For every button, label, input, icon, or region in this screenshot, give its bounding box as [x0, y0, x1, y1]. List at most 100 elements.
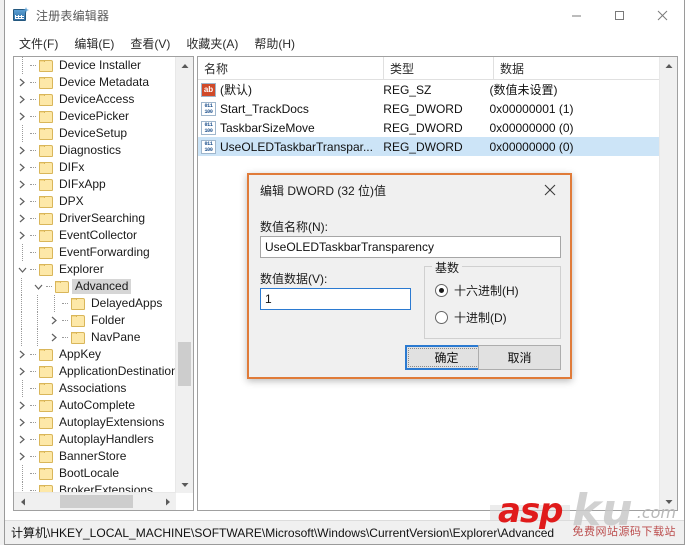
menu-favorites[interactable]: 收藏夹(A): [178, 32, 246, 55]
tree-item-eventcollector[interactable]: EventCollector: [14, 227, 176, 244]
values-vertical-scrollbar[interactable]: [659, 57, 677, 510]
value-name-input[interactable]: [260, 236, 561, 258]
chevron-down-icon[interactable]: [30, 278, 46, 295]
tree-item-label: DriverSearching: [59, 211, 146, 225]
chevron-right-icon[interactable]: [46, 312, 62, 329]
tree-connector: [30, 465, 39, 482]
tree-item-autocomplete[interactable]: AutoComplete: [14, 397, 176, 414]
radio-decimal[interactable]: 十进制(D): [435, 309, 507, 326]
tree-item-driversearching[interactable]: DriverSearching: [14, 210, 176, 227]
value-row[interactable]: 011 100 TaskbarSizeMove REG_DWORD 0x00000000…: [198, 118, 660, 137]
radio-hexadecimal[interactable]: 十六进制(H): [435, 282, 519, 299]
scroll-left-icon[interactable]: [14, 493, 31, 510]
menu-view[interactable]: 查看(V): [122, 32, 178, 55]
tree-item-advanced[interactable]: Advanced: [14, 278, 176, 295]
chevron-right-icon[interactable]: [14, 227, 30, 244]
folder-icon: [39, 229, 53, 242]
chevron-right-icon[interactable]: [14, 414, 30, 431]
chevron-right-icon[interactable]: [14, 193, 30, 210]
radio-dec-icon[interactable]: [435, 311, 448, 324]
column-header-type[interactable]: 类型: [384, 57, 494, 79]
minimize-button[interactable]: [555, 0, 598, 30]
chevron-right-icon[interactable]: [14, 397, 30, 414]
scroll-right-icon[interactable]: [159, 493, 176, 510]
values-scroll-up-icon[interactable]: [660, 57, 677, 74]
folder-icon: [39, 178, 53, 191]
tree-item-associations[interactable]: Associations: [14, 380, 176, 397]
tree-item-explorer[interactable]: Explorer: [14, 261, 176, 278]
tree-item-label: DeviceAccess: [59, 92, 135, 106]
chevron-right-icon[interactable]: [14, 176, 30, 193]
chevron-right-icon[interactable]: [14, 74, 30, 91]
tree-item-deviceaccess[interactable]: DeviceAccess: [14, 91, 176, 108]
tree-item-autoplayhandlers[interactable]: AutoplayHandlers: [14, 431, 176, 448]
column-header-name[interactable]: 名称: [198, 57, 384, 79]
value-data-input[interactable]: [260, 288, 411, 310]
chevron-right-icon[interactable]: [14, 159, 30, 176]
tree-item-label: NavPane: [91, 330, 141, 344]
tree-item-difx[interactable]: DIFx: [14, 159, 176, 176]
tree-horizontal-scrollbar[interactable]: [14, 492, 176, 510]
tree-item-bannerstore[interactable]: BannerStore: [14, 448, 176, 465]
tree-item-autoplayextensions[interactable]: AutoplayExtensions: [14, 414, 176, 431]
tree-vertical-scrollbar[interactable]: [175, 57, 193, 493]
tree-scroll-thumb[interactable]: [178, 342, 191, 386]
menu-help[interactable]: 帮助(H): [246, 32, 303, 55]
tree-item-delayedapps[interactable]: DelayedApps: [14, 295, 176, 312]
values-list[interactable]: ab (默认) REG_SZ (数值未设置) 011 100 Start_TrackDocs…: [198, 80, 660, 156]
registry-tree[interactable]: Device Installer Device Metadata DeviceAcc…: [14, 57, 176, 493]
menu-file[interactable]: 文件(F): [11, 32, 66, 55]
tree-item-dpx[interactable]: DPX: [14, 193, 176, 210]
folder-icon: [39, 212, 53, 225]
tree-item-devicesetup[interactable]: DeviceSetup: [14, 125, 176, 142]
tree-item-bootlocale[interactable]: BootLocale: [14, 465, 176, 482]
folder-icon: [39, 246, 53, 259]
tree-connector: [30, 380, 39, 397]
chevron-right-icon[interactable]: [14, 91, 30, 108]
menu-edit[interactable]: 编辑(E): [66, 32, 122, 55]
chevron-right-icon[interactable]: [14, 346, 30, 363]
tree-item-devicepicker[interactable]: DevicePicker: [14, 108, 176, 125]
values-scroll-down-icon[interactable]: [660, 493, 677, 510]
values-header: 名称 类型 数据: [198, 57, 677, 80]
tree-connector: [30, 346, 39, 363]
cancel-button[interactable]: 取消: [478, 345, 561, 370]
chevron-right-icon[interactable]: [14, 448, 30, 465]
tree-item-eventforwarding[interactable]: EventForwarding: [14, 244, 176, 261]
tree-leaf-spacer: [14, 244, 30, 261]
chevron-right-icon[interactable]: [14, 431, 30, 448]
column-header-data[interactable]: 数据: [494, 57, 677, 79]
radio-hex-icon[interactable]: [435, 284, 448, 297]
chevron-right-icon[interactable]: [14, 142, 30, 159]
value-data-label: 数值数据(V):: [260, 272, 328, 286]
tree-item-device-metadata[interactable]: Device Metadata: [14, 74, 176, 91]
tree-item-folder[interactable]: Folder: [14, 312, 176, 329]
tree-item-difxapp[interactable]: DIFxApp: [14, 176, 176, 193]
tree-item-navpane[interactable]: NavPane: [14, 329, 176, 346]
chevron-right-icon[interactable]: [14, 108, 30, 125]
value-row[interactable]: 011 100 UseOLEDTaskbarTranspar... REG_DWORD…: [198, 137, 660, 156]
chevron-right-icon[interactable]: [46, 329, 62, 346]
tree-item-label: DIFxApp: [59, 177, 106, 191]
tree-item-device-installer[interactable]: Device Installer: [14, 57, 176, 74]
tree-item-appkey[interactable]: AppKey: [14, 346, 176, 363]
tree-item-diagnostics[interactable]: Diagnostics: [14, 142, 176, 159]
scroll-up-icon[interactable]: [176, 57, 193, 74]
scroll-down-icon[interactable]: [176, 476, 193, 493]
ok-button[interactable]: 确定: [405, 345, 488, 370]
tree-item-label: Explorer: [59, 262, 104, 276]
value-row[interactable]: ab (默认) REG_SZ (数值未设置): [198, 80, 660, 99]
value-name-text: TaskbarSizeMove: [220, 120, 315, 135]
dialog-close-button[interactable]: [530, 175, 570, 204]
value-row[interactable]: 011 100 Start_TrackDocs REG_DWORD 0x00000001…: [198, 99, 660, 118]
chevron-right-icon[interactable]: [14, 210, 30, 227]
radio-hex-label: 十六进制(H): [454, 284, 519, 298]
chevron-down-icon[interactable]: [14, 261, 30, 278]
close-button[interactable]: [641, 0, 684, 30]
maximize-button[interactable]: [598, 0, 641, 30]
chevron-right-icon[interactable]: [14, 363, 30, 380]
dialog-title: 编辑 DWORD (32 位)值: [260, 184, 387, 198]
tree-hscroll-thumb[interactable]: [60, 495, 133, 508]
tree-item-applicationdestinations[interactable]: ApplicationDestinations: [14, 363, 176, 380]
tree-connector: [30, 448, 39, 465]
